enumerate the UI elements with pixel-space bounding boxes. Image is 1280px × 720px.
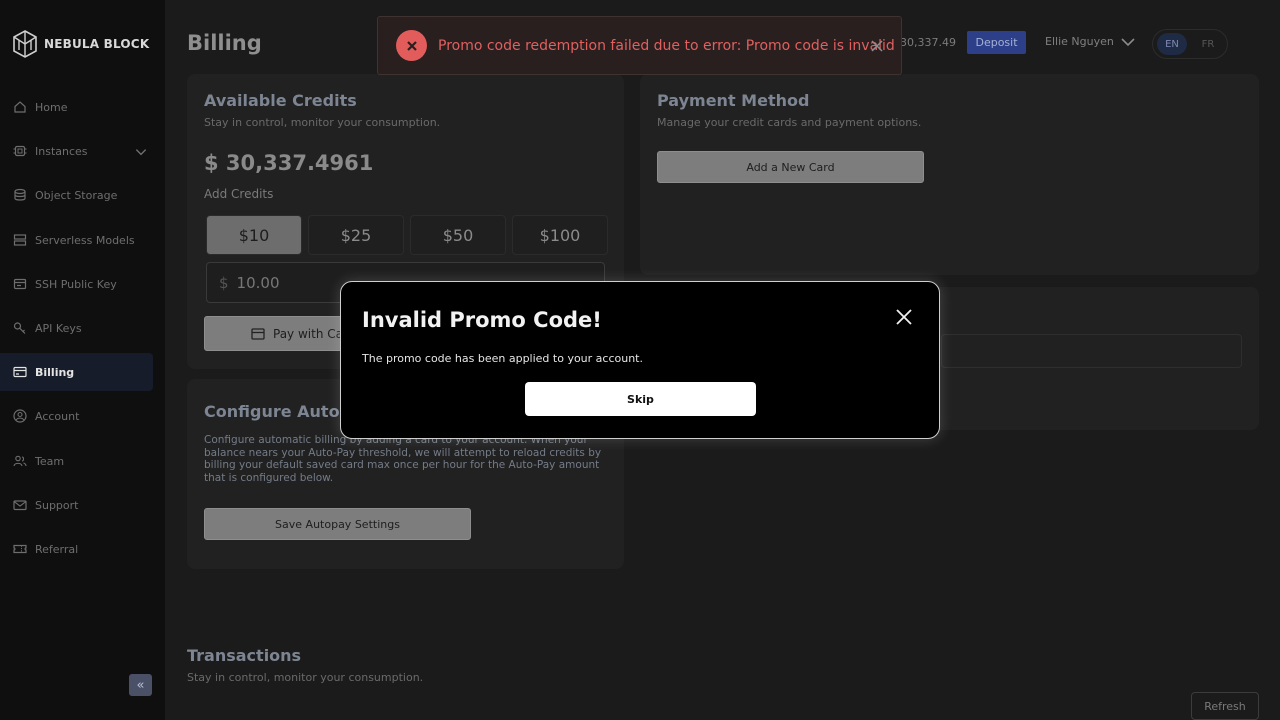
server-icon — [13, 234, 27, 246]
sidebar-item-label: Support — [35, 498, 79, 512]
sidebar-item-label: Object Storage — [35, 188, 118, 202]
sidebar-item-ssh-public-key[interactable]: SSH Public Key — [0, 265, 153, 303]
sidebar-item-label: Home — [35, 100, 68, 114]
add-new-card-button[interactable]: Add a New Card — [657, 151, 924, 183]
team-icon — [13, 455, 27, 467]
sidebar-item-serverless-models[interactable]: Serverless Models — [0, 221, 153, 259]
credit-card-icon — [13, 366, 27, 378]
payment-method-card: Payment Method Manage your credit cards … — [640, 74, 1259, 275]
save-autopay-button[interactable]: Save Autopay Settings — [204, 508, 471, 540]
sidebar-item-label: API Keys — [35, 321, 82, 335]
sidebar-item-object-storage[interactable]: Object Storage — [0, 176, 153, 214]
close-icon[interactable] — [895, 308, 913, 326]
currency-symbol: $ — [219, 273, 229, 292]
header-balance: 30,337.49 — [900, 36, 956, 49]
close-icon[interactable] — [870, 39, 884, 53]
collapse-sidebar-button[interactable]: « — [129, 674, 152, 696]
language-switcher: EN FR — [1152, 29, 1228, 59]
chevron-down-icon[interactable] — [1120, 36, 1136, 48]
deposit-button[interactable]: Deposit — [967, 31, 1026, 54]
sidebar-item-label: SSH Public Key — [35, 277, 117, 291]
add-credits-label: Add Credits — [204, 187, 274, 201]
card-subtitle: Stay in control, monitor your consumptio… — [204, 116, 441, 129]
key-icon — [13, 322, 26, 334]
chip-icon — [13, 145, 27, 157]
sidebar-item-referral[interactable]: Referral — [0, 530, 153, 568]
skip-button[interactable]: Skip — [525, 382, 756, 416]
error-icon — [396, 30, 427, 61]
sidebar-item-label: Serverless Models — [35, 233, 135, 247]
sidebar-item-team[interactable]: Team — [0, 442, 153, 480]
ticket-icon — [13, 544, 27, 554]
logo[interactable]: NEBULA BLOCK — [13, 30, 149, 58]
sidebar-item-billing[interactable]: Billing — [0, 353, 153, 391]
sidebar-item-account[interactable]: Account — [0, 397, 153, 435]
amount-option-25[interactable]: $25 — [308, 215, 404, 255]
sidebar-item-support[interactable]: Support — [0, 486, 153, 524]
card-subtitle: Manage your credit cards and payment opt… — [657, 116, 922, 129]
dialog-title: Invalid Promo Code! — [362, 308, 602, 332]
sidebar-item-label: Team — [35, 454, 65, 468]
credit-balance: $ 30,337.4961 — [204, 151, 374, 175]
pay-button-label: Pay with Ca — [273, 326, 343, 341]
language-option-en[interactable]: EN — [1157, 33, 1187, 55]
card-title: Configure Auto-P — [204, 402, 358, 421]
key-card-icon — [13, 278, 27, 290]
mail-icon — [13, 500, 27, 511]
dialog-message: The promo code has been applied to your … — [362, 352, 643, 365]
chevron-down-icon — [135, 149, 147, 156]
amount-option-10[interactable]: $10 — [206, 215, 302, 255]
amount-options: $10 $25 $50 $100 — [206, 215, 608, 255]
promo-code-input[interactable] — [941, 334, 1242, 368]
sidebar-item-api-keys[interactable]: API Keys — [0, 309, 153, 347]
sidebar-item-label: Instances — [35, 144, 88, 158]
double-chevron-left-icon: « — [136, 677, 145, 693]
amount-option-50[interactable]: $50 — [410, 215, 506, 255]
card-title: Available Credits — [204, 91, 357, 110]
brand-name: NEBULA BLOCK — [44, 37, 150, 51]
autopay-description: Configure automatic billing by adding a … — [204, 434, 602, 485]
user-circle-icon — [13, 409, 27, 423]
sidebar-item-home[interactable]: Home — [0, 88, 153, 126]
home-icon — [14, 101, 26, 113]
transactions-subtitle: Stay in control, monitor your consumptio… — [187, 671, 424, 684]
database-icon — [14, 188, 26, 201]
transactions-title: Transactions — [187, 646, 302, 665]
sidebar-item-label: Billing — [35, 365, 75, 379]
refresh-button[interactable]: Refresh — [1191, 692, 1259, 720]
credit-card-icon — [251, 327, 265, 340]
amount-input-value: 10.00 — [236, 273, 280, 292]
toast-message: Promo code redemption failed due to erro… — [438, 37, 895, 54]
language-option-fr[interactable]: FR — [1193, 33, 1223, 55]
amount-option-100[interactable]: $100 — [512, 215, 608, 255]
sidebar-item-label: Account — [35, 409, 80, 423]
promo-code-dialog: Invalid Promo Code! The promo code has b… — [340, 281, 940, 439]
cube-logo-icon — [13, 30, 37, 58]
sidebar-item-label: Referral — [35, 542, 79, 556]
sidebar-item-instances[interactable]: Instances — [0, 132, 153, 170]
page-title: Billing — [187, 31, 262, 55]
sidebar: NEBULA BLOCK Home Instances Object Stora… — [0, 0, 165, 720]
card-title: Payment Method — [657, 91, 810, 110]
user-name[interactable]: Ellie Nguyen — [1045, 35, 1114, 48]
error-toast: Promo code redemption failed due to erro… — [377, 16, 902, 75]
